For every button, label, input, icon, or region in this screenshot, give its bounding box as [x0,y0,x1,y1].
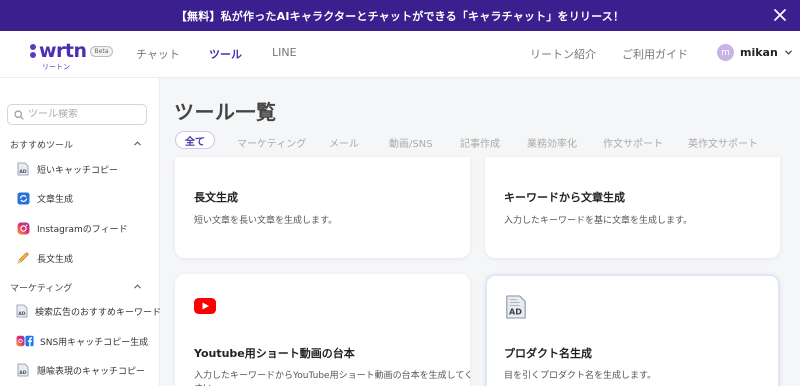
sidebar-item-short-catchcopy[interactable]: AD 短いキャッチコピー [16,160,156,178]
sidebar-item-metaphor-catchcopy[interactable]: AD 隠喩表現のキャッチコピー [16,361,156,379]
card-title: キーワードから文章生成 [504,191,625,204]
svg-text:AD: AD [19,169,27,175]
sidebar-item-sns-catchcopy[interactable]: SNS用キャッチコピー生成 [16,332,156,350]
card-title: 長文生成 [194,191,238,204]
nav-tools[interactable]: ツール [209,46,242,62]
tool-card-keyword-text[interactable]: キーワードから文章生成 入力したキーワードを基に文章を生成します。 [485,157,780,258]
svg-text:AD: AD [18,311,26,317]
ad-document-icon: AD [506,295,526,319]
tool-card-product-name[interactable]: AD プロダクト名生成 目を引くプロダクト名を生成します。 [485,274,780,386]
logo-dots-icon [30,44,36,58]
instagram-facebook-icon [16,334,34,348]
sidebar-item-label: 隠喩表現のキャッチコピー [37,366,146,377]
section-marketing[interactable]: マーケティング [10,281,142,294]
refresh-icon [16,191,30,205]
card-title: Youtube用ショート動画の台本 [194,347,355,360]
tab-video-sns[interactable]: 動画/SNS [389,135,433,150]
sidebar-item-label: 文章生成 [37,194,74,205]
svg-text:AD: AD [19,370,27,376]
card-description: 入力したキーワードを基に文章を生成します。 [504,216,693,226]
svg-text:AD: AD [509,308,522,317]
chevron-down-icon [784,50,792,55]
search-icon [14,109,24,120]
beta-badge: Beta [89,46,114,57]
sidebar-item-search-ad-keywords[interactable]: AD 検索広告のおすすめキーワード [16,302,161,320]
card-description-cont: さい [194,381,212,386]
youtube-icon [194,298,216,314]
logo-wordmark: wrtn [39,40,87,62]
ad-document-icon: AD [16,162,30,176]
chevron-up-icon [134,284,141,289]
announcement-banner[interactable]: 【無料】私が作ったAIキャラクターとチャットができる「キャラチャット」をリリース… [0,0,800,31]
tab-all[interactable]: 全て [175,131,215,149]
tab-article[interactable]: 記事作成 [460,135,500,150]
tab-marketing[interactable]: マーケティング [237,135,306,150]
nav-about[interactable]: リートン紹介 [530,46,596,62]
avatar: m [717,44,734,61]
card-description: 入力したキーワードからYouTube用ショート動画の台本を生成してくだ [194,371,470,381]
sidebar-item-label: Instagramのフィード [37,224,128,235]
card-description: 目を引くプロダクト名を生成します。 [504,371,657,381]
sidebar-item-long-text[interactable]: 長文生成 [16,249,156,267]
tab-writing-support[interactable]: 作文サポート [603,135,663,150]
card-description: 短い文章を長い文章を生成します。 [194,216,338,226]
section-label: おすすめツール [10,141,74,151]
sidebar-item-label: 短いキャッチコピー [37,165,119,176]
banner-text[interactable]: 【無料】私が作ったAIキャラクターとチャットができる「キャラチャット」をリリース… [176,8,624,24]
sidebar: おすすめツール AD 短いキャッチコピー 文章生成 Instagramのフィード… [0,78,161,386]
logo-subtitle: リートン [42,63,70,71]
nav-guide[interactable]: ご利用ガイド [622,46,688,62]
instagram-icon [16,221,30,235]
sidebar-item-label: 検索広告のおすすめキーワード [35,307,162,318]
search-input[interactable] [28,109,138,120]
sidebar-item-text-generation[interactable]: 文章生成 [16,189,156,207]
tab-english-writing[interactable]: 英作文サポート [688,135,758,150]
ad-document-icon: AD [16,304,28,318]
user-name: mikan [740,46,778,59]
pencil-icon [16,251,30,265]
user-menu[interactable]: m mikan [717,44,793,61]
wrtn-logo[interactable]: wrtn Beta リートン [30,40,114,71]
page-title: ツール一覧 [174,100,277,124]
tab-efficiency[interactable]: 業務効率化 [527,135,577,150]
sidebar-item-label: 長文生成 [37,254,74,265]
nav-line[interactable]: LINE [272,46,297,59]
close-icon[interactable] [772,7,788,23]
top-header: wrtn Beta リートン チャット ツール LINE リートン紹介 ご利用ガ… [0,31,800,78]
tool-card-youtube-script[interactable]: Youtube用ショート動画の台本 入力したキーワードからYouTube用ショー… [175,274,470,386]
card-title: プロダクト名生成 [504,347,592,360]
sidebar-item-instagram-feed[interactable]: Instagramのフィード [16,219,156,237]
sidebar-item-label: SNS用キャッチコピー生成 [40,337,149,348]
chevron-up-icon [134,141,141,146]
section-recommended[interactable]: おすすめツール [10,138,142,151]
section-label: マーケティング [10,284,73,294]
nav-chat[interactable]: チャット [136,46,180,62]
tool-card-long-text[interactable]: 長文生成 短い文章を長い文章を生成します。 [175,157,470,258]
tool-search[interactable] [7,104,147,125]
ad-document-icon: AD [16,363,30,377]
tab-email[interactable]: メール [329,135,359,150]
